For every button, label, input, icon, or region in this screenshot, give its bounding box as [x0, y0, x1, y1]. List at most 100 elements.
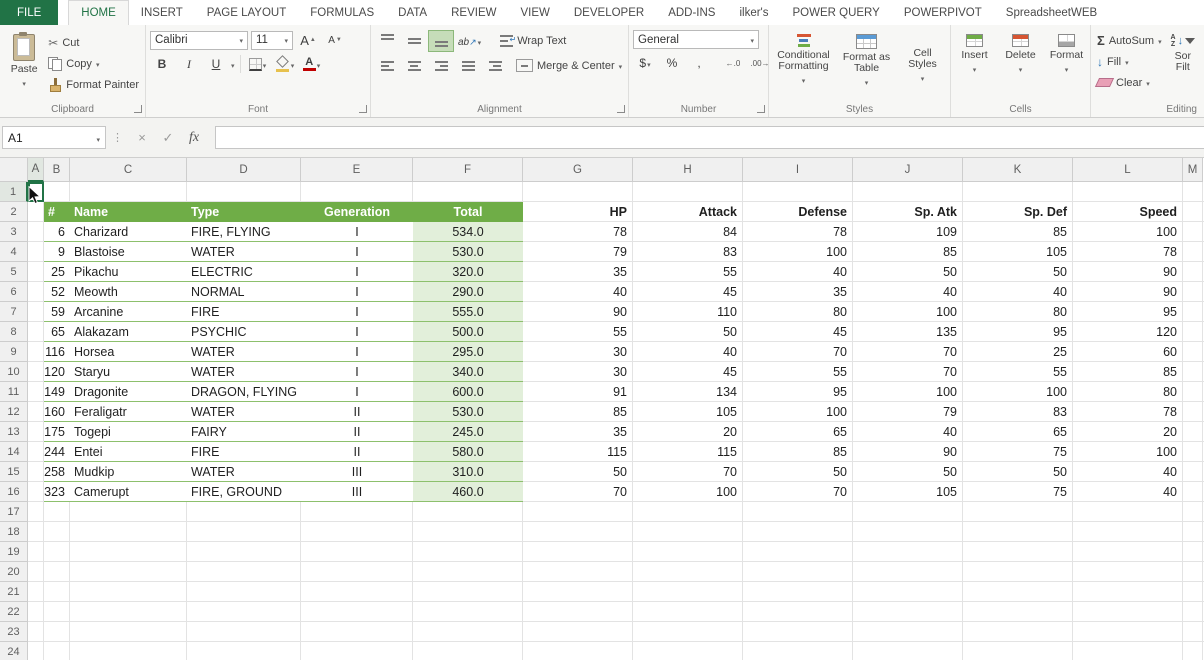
comma-style-button[interactable]: ,: [687, 53, 711, 73]
cell-stat[interactable]: 70: [743, 482, 853, 502]
cell-number[interactable]: 65: [44, 322, 65, 342]
cell-stat[interactable]: 79: [853, 402, 963, 422]
row-header-14[interactable]: 14: [0, 442, 28, 462]
cell-stat[interactable]: 105: [963, 242, 1073, 262]
cell-stat[interactable]: 100: [853, 302, 963, 322]
cell-generation[interactable]: I: [301, 262, 413, 282]
column-header-K[interactable]: K: [963, 158, 1073, 182]
cell-name[interactable]: Togepi: [70, 422, 187, 442]
row-header-15[interactable]: 15: [0, 462, 28, 482]
cell-stat[interactable]: 70: [743, 342, 853, 362]
cell-stat[interactable]: 80: [743, 302, 853, 322]
stat-header-attack[interactable]: Attack: [633, 202, 743, 222]
cell-stat[interactable]: 40: [1073, 482, 1183, 502]
select-all-corner[interactable]: [0, 158, 28, 182]
cell-total[interactable]: 320.0: [413, 262, 523, 282]
cell-stat[interactable]: 90: [1073, 282, 1183, 302]
cell-type[interactable]: ELECTRIC: [187, 262, 301, 282]
cell-stat[interactable]: 75: [963, 442, 1073, 462]
format-cells-button[interactable]: Format: [1047, 28, 1087, 102]
cell-stat[interactable]: 109: [853, 222, 963, 242]
table-header-total[interactable]: Total: [413, 202, 523, 222]
cell-number[interactable]: 244: [44, 442, 65, 462]
cell-stat[interactable]: 50: [963, 262, 1073, 282]
italic-button[interactable]: I: [177, 54, 201, 74]
tab-ilkers[interactable]: ilker's: [727, 0, 780, 25]
cell-stat[interactable]: 135: [853, 322, 963, 342]
number-format-select[interactable]: General: [633, 30, 759, 49]
cell-name[interactable]: Pikachu: [70, 262, 187, 282]
cell-stat[interactable]: 100: [743, 402, 853, 422]
align-center-button[interactable]: [402, 56, 426, 76]
cell-number[interactable]: 149: [44, 382, 65, 402]
cell-name[interactable]: Alakazam: [70, 322, 187, 342]
cell-stat[interactable]: 90: [1073, 262, 1183, 282]
cell-stat[interactable]: 35: [523, 262, 633, 282]
cell-stat[interactable]: 95: [963, 322, 1073, 342]
wrap-text-button[interactable]: Wrap Text: [497, 30, 569, 51]
merge-center-button[interactable]: Merge & Center: [513, 55, 625, 76]
row-header-20[interactable]: 20: [0, 562, 28, 582]
table-header-type[interactable]: Type: [187, 202, 301, 222]
tab-power-query[interactable]: POWER QUERY: [781, 0, 892, 25]
cell-stat[interactable]: 78: [743, 222, 853, 242]
cell-type[interactable]: FIRE: [187, 302, 301, 322]
borders-button[interactable]: [246, 54, 270, 74]
cell-stat[interactable]: 65: [743, 422, 853, 442]
sort-filter-button[interactable]: AZ Sor Filt: [1165, 28, 1201, 102]
cell-stat[interactable]: 100: [1073, 222, 1183, 242]
clear-button[interactable]: Clear: [1094, 72, 1165, 93]
cell-stat[interactable]: 50: [853, 462, 963, 482]
percent-style-button[interactable]: %: [660, 53, 684, 73]
cell-stat[interactable]: 55: [963, 362, 1073, 382]
column-header-C[interactable]: C: [70, 158, 187, 182]
cell-stat[interactable]: 20: [633, 422, 743, 442]
cell-type[interactable]: PSYCHIC: [187, 322, 301, 342]
cell-stat[interactable]: 40: [633, 342, 743, 362]
row-header-1[interactable]: 1: [0, 182, 28, 202]
cell-stat[interactable]: 85: [523, 402, 633, 422]
cell-number[interactable]: 175: [44, 422, 65, 442]
paste-button[interactable]: Paste: [3, 28, 45, 102]
cell-stat[interactable]: 70: [853, 362, 963, 382]
cell-name[interactable]: Staryu: [70, 362, 187, 382]
table-header--[interactable]: #: [44, 202, 70, 222]
column-header-E[interactable]: E: [301, 158, 413, 182]
cell-stat[interactable]: 100: [1073, 442, 1183, 462]
tab-powerpivot[interactable]: POWERPIVOT: [892, 0, 994, 25]
cell-type[interactable]: FIRE: [187, 442, 301, 462]
cell-stat[interactable]: 50: [523, 462, 633, 482]
cell-generation[interactable]: I: [301, 302, 413, 322]
cell-number[interactable]: 116: [44, 342, 65, 362]
table-header-generation[interactable]: Generation: [301, 202, 413, 222]
stat-header-sp-atk[interactable]: Sp. Atk: [853, 202, 963, 222]
cell-total[interactable]: 534.0: [413, 222, 523, 242]
copy-button[interactable]: Copy: [45, 53, 142, 74]
cell-stat[interactable]: 85: [963, 222, 1073, 242]
cell-type[interactable]: FIRE, FLYING: [187, 222, 301, 242]
cell-number[interactable]: 6: [44, 222, 65, 242]
cell-stat[interactable]: 60: [1073, 342, 1183, 362]
cell-stat[interactable]: 83: [963, 402, 1073, 422]
underline-dropdown-icon[interactable]: [231, 55, 235, 73]
row-header-24[interactable]: 24: [0, 642, 28, 660]
align-left-button[interactable]: [375, 56, 399, 76]
top-align-button[interactable]: [375, 31, 399, 51]
cell-stat[interactable]: 20: [1073, 422, 1183, 442]
cut-button[interactable]: Cut: [45, 32, 142, 53]
cell-generation[interactable]: II: [301, 402, 413, 422]
stat-header-hp[interactable]: HP: [523, 202, 633, 222]
cell-stat[interactable]: 65: [963, 422, 1073, 442]
enter-button[interactable]: ✓: [155, 130, 181, 146]
cell-type[interactable]: WATER: [187, 242, 301, 262]
tab-developer[interactable]: DEVELOPER: [562, 0, 656, 25]
row-header-2[interactable]: 2: [0, 202, 28, 222]
cell-stat[interactable]: 95: [1073, 302, 1183, 322]
cell-stat[interactable]: 40: [853, 422, 963, 442]
column-header-M[interactable]: M: [1183, 158, 1203, 182]
conditional-formatting-button[interactable]: Conditional Formatting: [773, 28, 835, 102]
decrease-indent-button[interactable]: [456, 56, 480, 76]
cell-total[interactable]: 600.0: [413, 382, 523, 402]
increase-font-size-button[interactable]: A ▲: [296, 30, 320, 50]
row-header-7[interactable]: 7: [0, 302, 28, 322]
